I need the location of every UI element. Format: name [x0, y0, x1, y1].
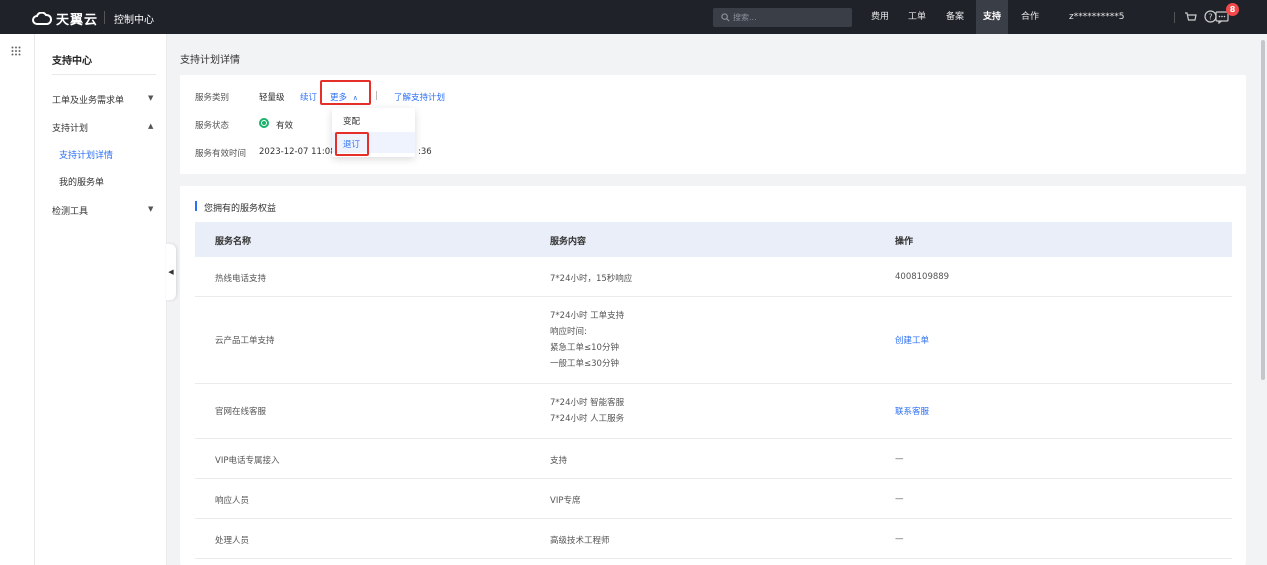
search-icon [721, 13, 730, 22]
service-name: 响应人员 [215, 496, 250, 506]
table-row: 响应人员 VIP专席 — [195, 479, 1232, 519]
action-placeholder: — [895, 494, 904, 504]
search-input[interactable]: 搜索... [713, 8, 852, 27]
page-scrollbar[interactable] [1259, 34, 1267, 565]
sidebar-collapse-button[interactable]: ◀ [166, 244, 176, 300]
chevron-down-icon[interactable]: ▼ [148, 205, 153, 213]
benefits-card: 您拥有的服务权益 服务名称 服务内容 操作 热线电话支持 7*24小时，15秒响… [180, 186, 1246, 565]
category-label: 服务类别 [195, 93, 230, 103]
time-end: :36 [418, 147, 432, 157]
cart-icon[interactable] [1184, 11, 1197, 23]
nav-billing[interactable]: 费用 [871, 0, 889, 34]
renew-link[interactable]: 续订 [300, 91, 317, 103]
table-row: 热线电话支持 7*24小时，15秒响应 4008109889 [195, 257, 1232, 297]
service-name: 处理人员 [215, 536, 250, 546]
divider [376, 91, 377, 100]
notification-badge: 8 [1226, 3, 1239, 16]
service-content: VIP专席 [550, 496, 581, 506]
brand-name: 天翼云 [56, 13, 99, 28]
service-name: 云产品工单支持 [215, 336, 275, 346]
nav-support[interactable]: 支持 [976, 0, 1008, 34]
table-header: 服务名称 服务内容 操作 [195, 222, 1232, 257]
table-row: 官网在线客服 7*24小时 智能客服 7*24小时 人工服务 联系客服 [195, 384, 1232, 439]
chevron-down-icon[interactable]: ▼ [148, 94, 153, 102]
user-account[interactable]: z**********5 [1069, 0, 1124, 34]
time-label: 服务有效时间 [195, 149, 247, 159]
content-line: 紧急工单≤10分钟 [550, 343, 619, 353]
sidebar-item-plan-details[interactable]: 支持计划详情 [59, 148, 113, 161]
table-row: VIP电话专属接入 支持 — [195, 439, 1232, 479]
category-value: 轻量级 [259, 93, 285, 103]
brand-logo[interactable]: 天翼云 [32, 9, 98, 28]
create-ticket-link[interactable]: 创建工单 [895, 334, 929, 346]
sidebar-item-my-orders[interactable]: 我的服务单 [59, 175, 104, 188]
status-active-icon [259, 118, 269, 128]
service-content: 7*24小时 工单支持 响应时间: 紧急工单≤10分钟 一般工单≤30分钟 [550, 308, 624, 372]
product-rail [0, 34, 35, 565]
sidebar-item-tickets[interactable]: 工单及业务需求单 [52, 93, 124, 106]
cloud-logo-icon [32, 11, 52, 25]
divider [1174, 12, 1175, 23]
top-navigation-bar: 天翼云 控制中心 搜索... 费用 工单 备案 支持 合作 z*********… [0, 0, 1267, 34]
column-header-action: 操作 [895, 237, 914, 247]
table-row: 云产品工单支持 7*24小时 工单支持 响应时间: 紧急工单≤10分钟 一般工单… [195, 297, 1232, 384]
content-line: 7*24小时 智能客服 [550, 398, 625, 408]
divider [104, 11, 105, 24]
column-header-content: 服务内容 [550, 237, 587, 247]
content-line: 7*24小时 人工服务 [550, 414, 625, 424]
hotline-number: 4008109889 [895, 272, 950, 282]
status-value: 有效 [276, 121, 294, 131]
scrollbar-thumb[interactable] [1261, 40, 1265, 380]
service-content: 高级技术工程师 [550, 536, 610, 546]
service-content: 支持 [550, 456, 568, 466]
page-title: 支持计划详情 [180, 55, 240, 66]
sidebar-item-tools[interactable]: 检测工具 [52, 204, 88, 217]
content-line: 一般工单≤30分钟 [550, 359, 619, 369]
console-link[interactable]: 控制中心 [114, 11, 154, 26]
content-line: 7*24小时 工单支持 [550, 311, 625, 321]
content-line: 响应时间: [550, 327, 587, 337]
highlight-box-unsubscribe [335, 132, 369, 156]
status-label: 服务状态 [195, 121, 230, 131]
service-name: VIP电话专属接入 [215, 456, 280, 466]
svg-text:?: ? [1208, 13, 1212, 22]
chevron-up-icon[interactable]: ▲ [148, 122, 153, 130]
menu-item-modify[interactable]: 变配 [343, 115, 360, 127]
section-accent-bar [195, 201, 197, 211]
search-placeholder: 搜索... [733, 13, 757, 22]
action-placeholder: — [895, 534, 904, 544]
divider [52, 74, 156, 75]
sidebar: 支持中心 工单及业务需求单 ▼ 支持计划 ▲ 支持计划详情 我的服务单 检测工具… [35, 34, 167, 565]
sidebar-item-support-plan[interactable]: 支持计划 [52, 121, 88, 134]
nav-filing[interactable]: 备案 [946, 0, 964, 34]
learn-plan-link[interactable]: 了解支持计划 [394, 91, 445, 103]
table-row: 处理人员 高级技术工程师 — [195, 519, 1232, 559]
nav-tickets[interactable]: 工单 [908, 0, 926, 34]
apps-grid-icon[interactable] [11, 46, 21, 56]
section-title: 您拥有的服务权益 [204, 204, 277, 214]
service-content: 7*24小时，15秒响应 [550, 274, 633, 284]
service-name: 热线电话支持 [215, 274, 267, 284]
action-placeholder: — [895, 454, 904, 464]
sidebar-title: 支持中心 [52, 56, 92, 67]
service-content: 7*24小时 智能客服 7*24小时 人工服务 [550, 395, 624, 427]
service-name: 官网在线客服 [215, 407, 267, 417]
column-header-name: 服务名称 [215, 237, 252, 247]
highlight-box-more [320, 80, 371, 105]
contact-service-link[interactable]: 联系客服 [895, 405, 929, 417]
nav-partner[interactable]: 合作 [1021, 0, 1039, 34]
